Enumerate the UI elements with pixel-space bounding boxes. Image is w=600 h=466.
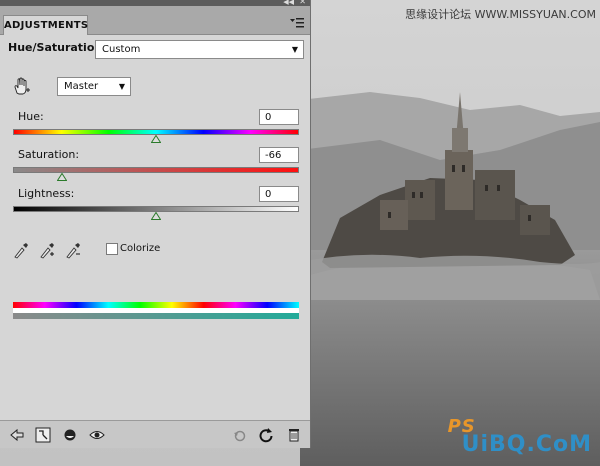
lightness-input[interactable]: 0 [259, 186, 299, 202]
colorize-checkbox[interactable] [106, 243, 118, 255]
preset-dropdown-value: Custom [102, 44, 141, 55]
saturation-input[interactable]: -66 [259, 147, 299, 163]
saturation-slider-thumb[interactable] [56, 173, 67, 181]
chevron-down-icon: ▼ [118, 82, 125, 91]
hand-icon[interactable] [11, 76, 33, 98]
reset-icon[interactable] [258, 427, 274, 443]
eyedropper-minus-icon[interactable] [65, 241, 81, 259]
back-arrow-icon[interactable] [9, 427, 25, 443]
preset-dropdown[interactable]: Custom ▼ [95, 40, 304, 59]
watermark-ps-text: PS [447, 416, 476, 437]
adjustments-panel: ◀◀ ✕ ADJUSTMENTS Hue/Saturation Custom ▼… [0, 0, 311, 448]
trash-icon[interactable] [286, 427, 302, 443]
eyedropper-plus-icon[interactable] [39, 241, 55, 259]
watermark-logo: PS UiBQ.CoM [448, 416, 592, 457]
channel-dropdown-value: Master [64, 81, 99, 92]
reset-previous-icon[interactable] [232, 427, 248, 443]
watermark-logo-text: UiBQ.CoM [461, 432, 592, 457]
lightness-slider-thumb[interactable] [151, 212, 161, 220]
saturation-label: Saturation: [18, 148, 80, 161]
hue-input[interactable]: 0 [259, 109, 299, 125]
channel-dropdown[interactable]: Master ▼ [57, 77, 131, 96]
visibility-icon[interactable] [62, 427, 78, 443]
hue-label: Hue: [18, 110, 44, 123]
tab-adjustments[interactable]: ADJUSTMENTS [3, 15, 88, 35]
panel-tab-bar: ADJUSTMENTS [0, 6, 310, 35]
eyedropper-icon[interactable] [13, 241, 29, 259]
adjustment-title: Hue/Saturation [8, 41, 103, 54]
panel-menu-icon[interactable] [290, 18, 304, 28]
colorize-label: Colorize [120, 243, 161, 254]
panel-bottom-toolbar [0, 420, 310, 448]
eye-icon[interactable] [89, 427, 105, 443]
watermark-site-text: 思缘设计论坛 WWW.MISSYUAN.COM [405, 8, 596, 21]
hue-slider-thumb[interactable] [151, 135, 161, 143]
clip-layer-icon[interactable] [35, 427, 51, 443]
output-spectrum-bar [13, 313, 299, 319]
chevron-down-icon: ▼ [291, 45, 298, 54]
lightness-label: Lightness: [18, 187, 75, 200]
